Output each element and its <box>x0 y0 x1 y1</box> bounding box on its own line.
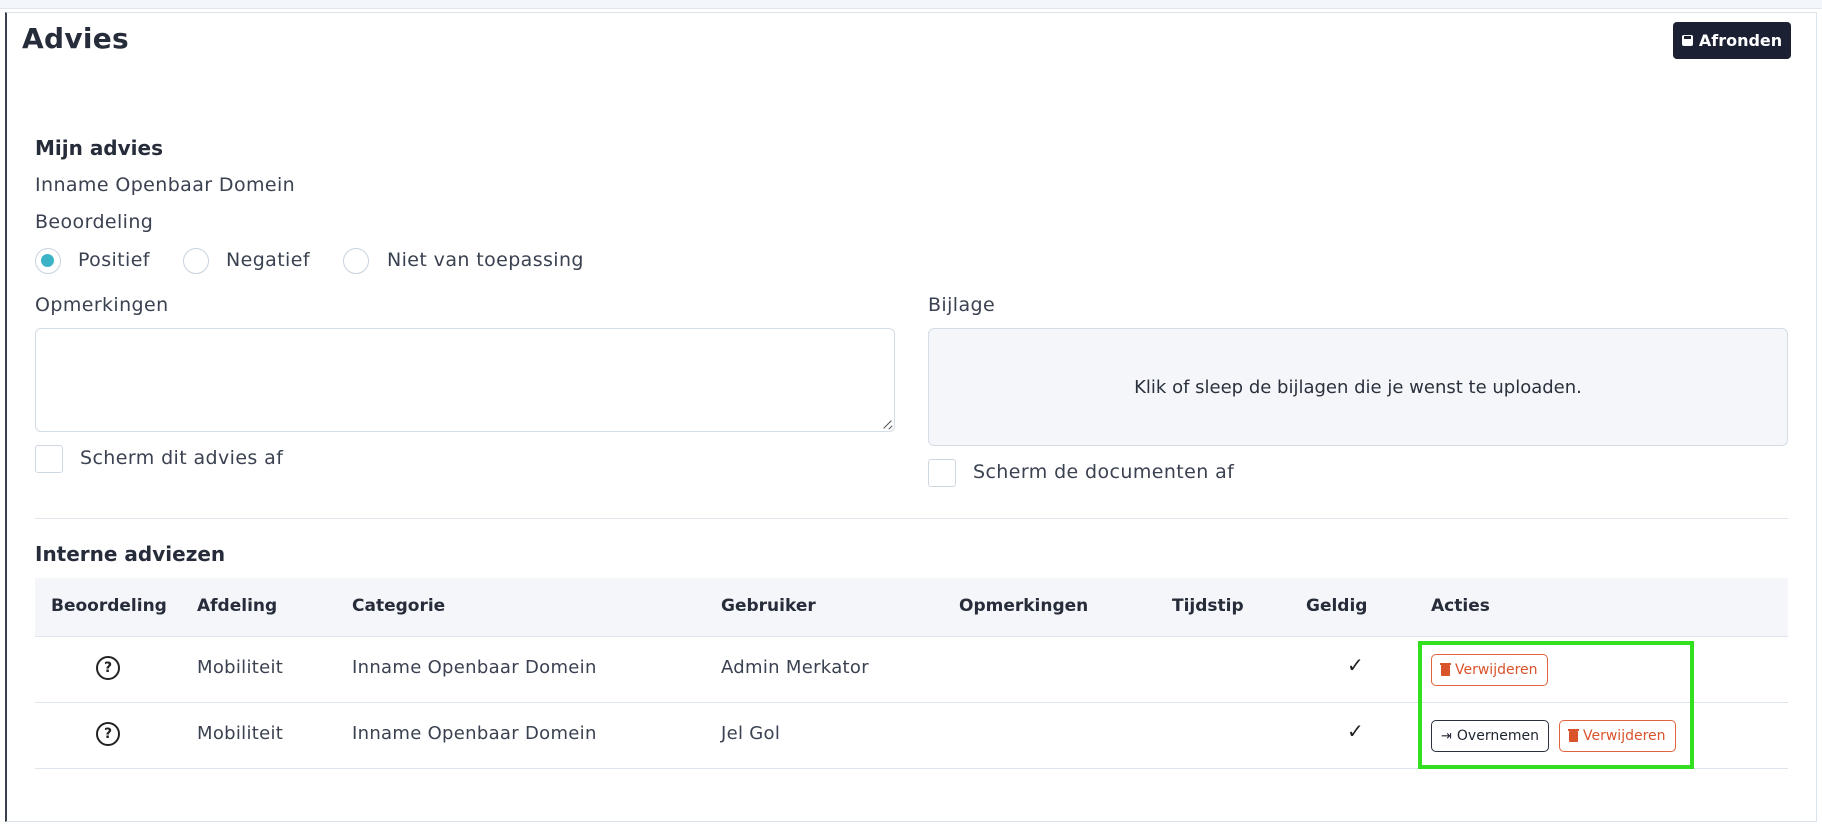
trash-icon <box>1440 662 1451 676</box>
shield-docs-label: Scherm de documenten af <box>973 461 1235 483</box>
trash-icon <box>1568 728 1579 742</box>
row-user: Jel Gol <box>721 723 781 744</box>
table-header: Beoordeling Afdeling Categorie Gebruiker… <box>35 578 1788 637</box>
top-strip <box>0 0 1822 9</box>
col-geldig: Geldig <box>1306 596 1368 616</box>
my-advice-heading: Mijn advies <box>35 136 163 160</box>
dropzone-text: Klik of sleep de bijlagen die je wenst t… <box>1134 376 1582 398</box>
page-title: Advies <box>22 22 130 55</box>
radio-negatief[interactable] <box>183 248 209 274</box>
table-row: ? Mobiliteit Inname Openbaar Domein Jel … <box>35 703 1788 769</box>
question-icon: ? <box>96 656 120 680</box>
table-row: ? Mobiliteit Inname Openbaar Domein Admi… <box>35 637 1788 703</box>
finish-button-label: Afronden <box>1698 31 1783 50</box>
radio-negatief-label: Negatief <box>226 249 310 271</box>
take-over-button[interactable]: ⇥ Overnemen <box>1431 720 1549 752</box>
check-icon: ✓ <box>1347 719 1364 743</box>
shield-advice-label: Scherm dit advies af <box>80 447 284 469</box>
row-user: Admin Merkator <box>721 657 869 678</box>
col-gebruiker: Gebruiker <box>721 596 816 616</box>
sign-in-icon: ⇥ <box>1441 728 1452 744</box>
shield-docs-checkbox[interactable] <box>928 459 956 487</box>
radio-positief-label: Positief <box>78 249 150 271</box>
row-department: Mobiliteit <box>197 723 284 744</box>
delete-button[interactable]: Verwijderen <box>1431 654 1548 686</box>
row-category: Inname Openbaar Domein <box>352 657 597 678</box>
shield-advice-checkbox[interactable] <box>35 445 63 473</box>
rating-label: Beoordeling <box>35 211 154 233</box>
col-categorie: Categorie <box>352 596 446 616</box>
col-afdeling: Afdeling <box>197 596 278 616</box>
advice-category: Inname Openbaar Domein <box>35 174 296 196</box>
radio-positief[interactable] <box>35 248 61 274</box>
resize-handle-icon[interactable] <box>882 419 892 429</box>
section-divider <box>35 518 1788 519</box>
question-icon: ? <box>96 722 120 746</box>
col-beoordeling: Beoordeling <box>51 596 167 616</box>
check-icon: ✓ <box>1347 653 1364 677</box>
col-acties: Acties <box>1431 596 1490 616</box>
save-icon <box>1681 35 1693 46</box>
take-over-button-label: Overnemen <box>1456 728 1539 744</box>
remarks-textarea[interactable] <box>35 328 895 432</box>
col-tijdstip: Tijdstip <box>1172 596 1244 616</box>
radio-niet-van-toepassing-label: Niet van toepassing <box>387 249 584 271</box>
internal-advice-heading: Interne adviezen <box>35 542 226 566</box>
row-category: Inname Openbaar Domein <box>352 723 597 744</box>
delete-button-label: Verwijderen <box>1455 662 1538 678</box>
col-opmerkingen: Opmerkingen <box>959 596 1089 616</box>
row-department: Mobiliteit <box>197 657 284 678</box>
delete-button[interactable]: Verwijderen <box>1559 720 1676 752</box>
radio-niet-van-toepassing[interactable] <box>343 248 369 274</box>
finish-button[interactable]: Afronden <box>1673 22 1791 59</box>
attachment-dropzone[interactable]: Klik of sleep de bijlagen die je wenst t… <box>928 328 1788 446</box>
remarks-label: Opmerkingen <box>35 294 169 316</box>
attachment-label: Bijlage <box>928 294 996 316</box>
delete-button-label: Verwijderen <box>1583 728 1666 744</box>
